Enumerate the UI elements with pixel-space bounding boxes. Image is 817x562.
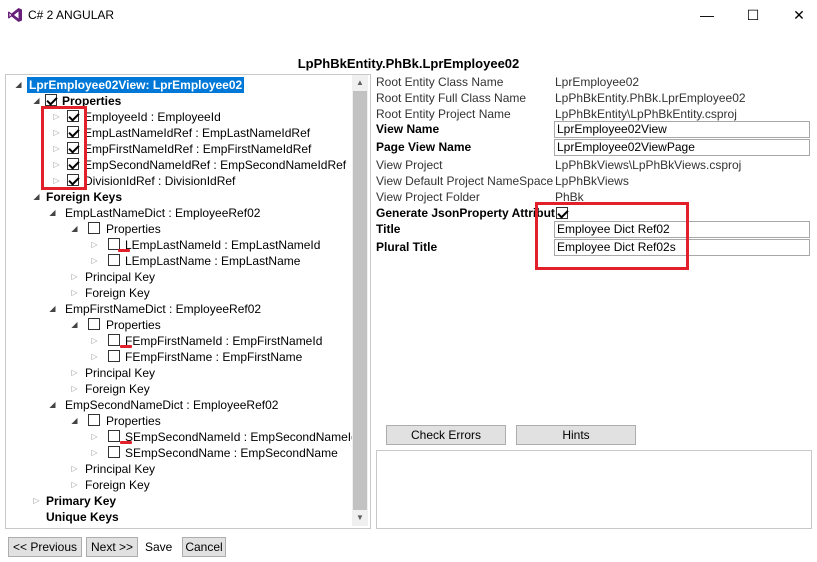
title-label: Title [376, 222, 401, 236]
scrollbar-thumb[interactable] [353, 91, 367, 510]
fk-properties-label: Properties [106, 414, 161, 428]
hints-button[interactable]: Hints [516, 425, 636, 445]
fk-item-checkbox[interactable] [108, 334, 120, 346]
minimize-button[interactable]: — [684, 2, 730, 28]
expand-arrow-icon[interactable]: ◢ [48, 397, 57, 413]
expand-arrow-icon[interactable]: ◢ [32, 189, 41, 205]
expand-arrow-icon[interactable]: ◢ [70, 317, 79, 333]
previous-button[interactable]: << Previous [8, 537, 82, 557]
fk-item-label: SEmpSecondNameId : EmpSecondNameId [125, 430, 358, 444]
scroll-up-icon[interactable]: ▲ [352, 75, 368, 91]
highlight-underline [118, 249, 130, 252]
root-project-label: Root Entity Project Name [376, 107, 511, 121]
fk-item-checkbox[interactable] [108, 446, 120, 458]
collapse-arrow-icon[interactable]: ▷ [70, 461, 79, 477]
expand-arrow-icon[interactable]: ◢ [48, 205, 57, 221]
highlight-underline [120, 441, 132, 444]
collapse-arrow-icon[interactable]: ▷ [90, 429, 99, 445]
root-project-value: LpPhBkEntity\LpPhBkEntity.csproj [555, 107, 737, 121]
check-errors-button[interactable]: Check Errors [386, 425, 506, 445]
default-namespace-value: LpPhBkViews [555, 174, 629, 188]
expand-arrow-icon[interactable]: ◢ [32, 93, 41, 109]
expand-arrow-icon[interactable]: ◢ [70, 413, 79, 429]
highlight-box [535, 202, 689, 270]
expand-arrow-icon[interactable]: ◢ [14, 77, 23, 93]
close-button[interactable]: ✕ [776, 2, 817, 28]
generate-json-label: Generate JsonProperty Attribut [376, 206, 555, 220]
scroll-down-icon[interactable]: ▼ [352, 510, 368, 526]
fk-item-checkbox[interactable] [108, 254, 120, 266]
fk-properties-checkbox[interactable] [88, 222, 100, 234]
fk-properties-checkbox[interactable] [88, 414, 100, 426]
collapse-arrow-icon[interactable]: ▷ [90, 333, 99, 349]
view-name-field[interactable]: LprEmployee02View [554, 121, 810, 138]
fk-name-label: EmpFirstNameDict : EmployeeRef02 [65, 302, 262, 316]
expand-arrow-icon[interactable]: ◢ [48, 301, 57, 317]
highlight-box [41, 106, 87, 190]
maximize-button[interactable]: ☐ [730, 2, 776, 28]
expand-arrow-icon[interactable]: ◢ [70, 221, 79, 237]
next-button[interactable]: Next >> [86, 537, 138, 557]
cancel-button[interactable]: Cancel [182, 537, 226, 557]
collapse-arrow-icon[interactable]: ▷ [70, 365, 79, 381]
highlight-underline [120, 345, 132, 348]
fk-properties-label: Properties [106, 222, 161, 236]
collapse-arrow-icon[interactable]: ▷ [90, 237, 99, 253]
view-project-label: View Project [376, 158, 443, 172]
properties-checkbox[interactable] [45, 94, 57, 106]
property-label: EmpFirstNameIdRef : EmpFirstNameIdRef [84, 142, 312, 156]
foreign-keys-label: Foreign Keys [46, 190, 123, 204]
collapse-arrow-icon[interactable]: ▷ [32, 493, 41, 509]
visual-studio-logo-icon [8, 8, 22, 22]
fk-item-label: LEmpLastName : EmpLastName [125, 254, 301, 268]
fk-name-label: EmpLastNameDict : EmployeeRef02 [65, 206, 261, 220]
page-heading: LpPhBkEntity.PhBk.LprEmployee02 [297, 56, 520, 71]
fk-item-checkbox[interactable] [108, 350, 120, 362]
root-full-class-value: LpPhBkEntity.PhBk.LprEmployee02 [555, 91, 746, 105]
fk-item-label: LEmpLastNameId : EmpLastNameId [125, 238, 321, 252]
plural-title-label: Plural Title [376, 240, 438, 254]
property-label: DivisionIdRef : DivisionIdRef [84, 174, 236, 188]
property-label: EmpSecondNameIdRef : EmpSecondNameIdRef [84, 158, 347, 172]
window-title: C# 2 ANGULAR [28, 8, 115, 22]
collapse-arrow-icon[interactable]: ▷ [70, 269, 79, 285]
collapse-arrow-icon[interactable]: ▷ [90, 253, 99, 269]
collapse-arrow-icon[interactable]: ▷ [70, 381, 79, 397]
foreign-key-label: Foreign Key [85, 382, 150, 396]
root-class-value: LprEmployee02 [555, 75, 640, 89]
root-class-label: Root Entity Class Name [376, 75, 504, 89]
unique-keys-label: Unique Keys [46, 510, 119, 524]
principal-key-label: Principal Key [85, 462, 156, 476]
foreign-key-label: Foreign Key [85, 286, 150, 300]
property-label: EmpLastNameIdRef : EmpLastNameIdRef [84, 126, 311, 140]
tree-root-label[interactable]: LprEmployee02View: LprEmployee02 [27, 77, 245, 93]
fk-properties-label: Properties [106, 318, 161, 332]
collapse-arrow-icon[interactable]: ▷ [70, 477, 79, 493]
fk-item-checkbox[interactable] [108, 430, 120, 442]
collapse-arrow-icon[interactable]: ▷ [90, 349, 99, 365]
page-view-name-label: Page View Name [376, 140, 472, 154]
fk-item-label: FEmpFirstNameId : EmpFirstNameId [125, 334, 323, 348]
root-full-class-label: Root Entity Full Class Name [376, 91, 527, 105]
view-project-value: LpPhBkViews\LpPhBkViews.csproj [555, 158, 742, 172]
fk-item-label: FEmpFirstName : EmpFirstName [125, 350, 303, 364]
fk-item-label: SEmpSecondName : EmpSecondName [125, 446, 338, 460]
errors-output-area[interactable] [376, 450, 812, 529]
foreign-key-label: Foreign Key [85, 478, 150, 492]
page-view-name-field[interactable]: LprEmployee02ViewPage [554, 139, 810, 156]
collapse-arrow-icon[interactable]: ▷ [90, 445, 99, 461]
principal-key-label: Principal Key [85, 366, 156, 380]
fk-name-label: EmpSecondNameDict : EmployeeRef02 [65, 398, 279, 412]
project-folder-label: View Project Folder [376, 190, 480, 204]
save-button[interactable]: Save [145, 540, 172, 554]
view-name-label: View Name [376, 122, 440, 136]
property-label: EmployeeId : EmployeeId [84, 110, 221, 124]
collapse-arrow-icon[interactable]: ▷ [70, 285, 79, 301]
default-namespace-label: View Default Project NameSpace [376, 174, 554, 188]
principal-key-label: Principal Key [85, 270, 156, 284]
primary-key-label: Primary Key [46, 494, 117, 508]
fk-properties-checkbox[interactable] [88, 318, 100, 330]
